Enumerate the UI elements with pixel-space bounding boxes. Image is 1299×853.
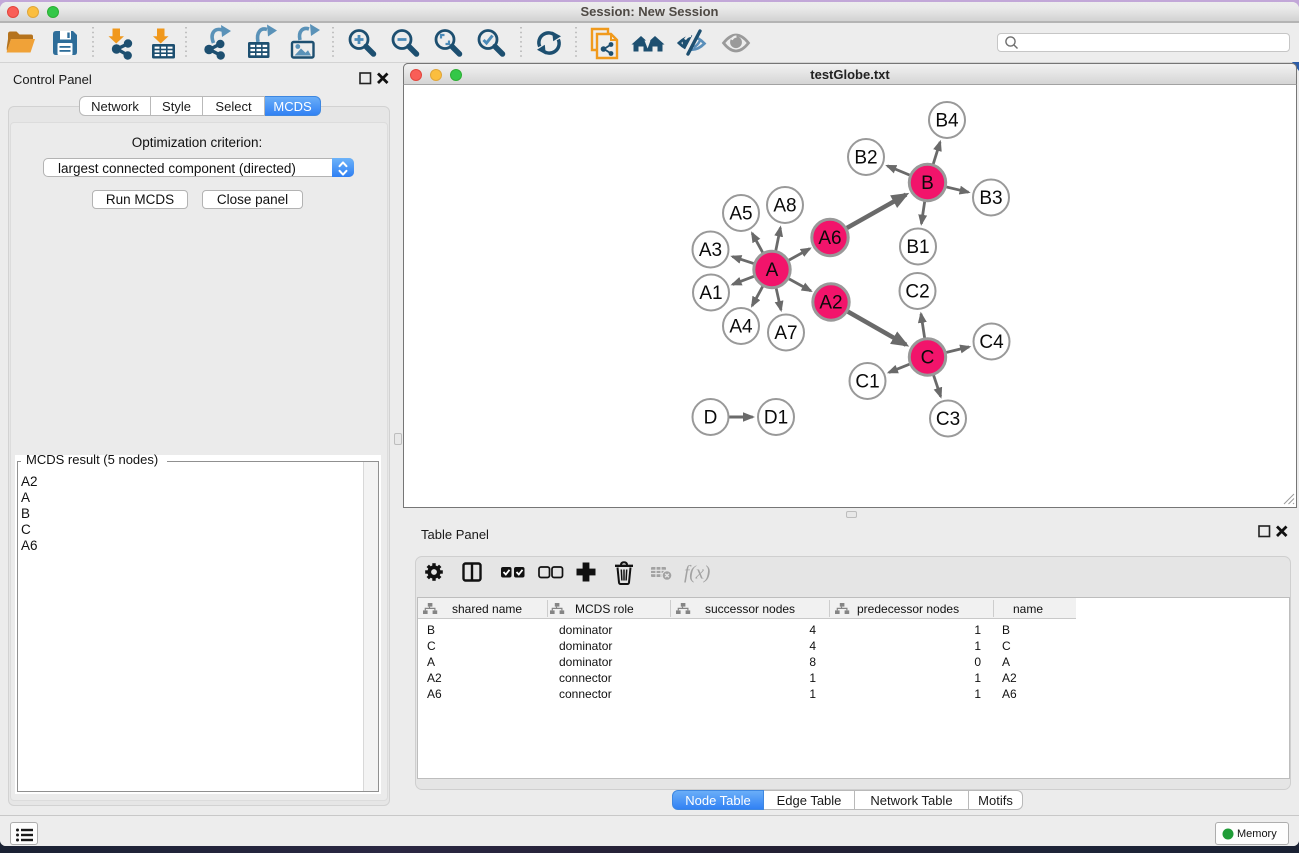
svg-text:B4: B4 (935, 111, 959, 132)
svg-text:A3: A3 (699, 240, 722, 261)
svg-text:C4: C4 (979, 332, 1004, 353)
svg-text:C1: C1 (855, 372, 879, 393)
svg-text:C: C (921, 348, 935, 369)
svg-text:A2: A2 (819, 293, 842, 314)
svg-text:B1: B1 (906, 237, 929, 258)
svg-text:A7: A7 (774, 323, 797, 344)
svg-text:A: A (766, 260, 779, 281)
svg-text:D: D (704, 408, 718, 429)
svg-text:A6: A6 (818, 228, 841, 249)
svg-text:f(x): f(x) (684, 563, 710, 584)
svg-text:A8: A8 (773, 196, 796, 217)
svg-text:C2: C2 (905, 282, 929, 303)
svg-text:A1: A1 (699, 283, 722, 304)
svg-text:C3: C3 (936, 409, 960, 430)
svg-text:B3: B3 (979, 188, 1002, 209)
svg-text:B2: B2 (854, 148, 877, 169)
svg-text:D1: D1 (764, 408, 788, 429)
svg-text:A4: A4 (729, 317, 753, 338)
svg-text:A5: A5 (729, 204, 752, 225)
svg-text:B: B (921, 173, 934, 194)
